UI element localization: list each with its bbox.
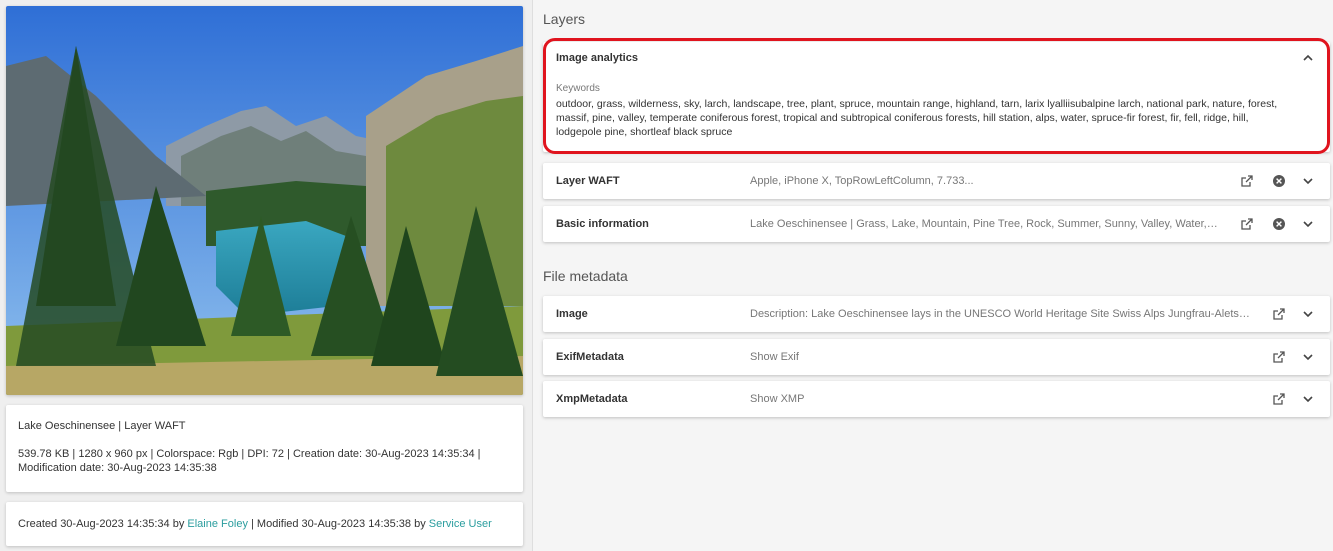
xmp-metadata-panel[interactable]: XmpMetadata Show XMP bbox=[543, 381, 1330, 417]
created-label: Created 30-Aug-2023 14:35:34 by bbox=[18, 518, 188, 530]
image-metadata-summary: Description: Lake Oeschinensee lays in t… bbox=[750, 308, 1250, 320]
image-analytics-title: Image analytics bbox=[556, 52, 638, 64]
file-metadata-section-title: File metadata bbox=[543, 268, 628, 284]
basic-information-title: Basic information bbox=[556, 218, 649, 230]
exif-metadata-panel[interactable]: ExifMetadata Show Exif bbox=[543, 339, 1330, 375]
layer-waft-title: Layer WAFT bbox=[556, 175, 620, 187]
asset-history-card: Created 30-Aug-2023 14:35:34 by Elaine F… bbox=[6, 502, 523, 546]
asset-info-card: Lake Oeschinensee | Layer WAFT 539.78 KB… bbox=[6, 405, 523, 492]
xmp-metadata-summary: Show XMP bbox=[750, 393, 805, 405]
basic-information-summary: Lake Oeschinensee | Grass, Lake, Mountai… bbox=[750, 218, 1220, 230]
remove-icon[interactable] bbox=[1271, 173, 1287, 189]
image-metadata-title: Image bbox=[556, 308, 588, 320]
open-external-icon[interactable] bbox=[1239, 216, 1255, 232]
chevron-up-icon[interactable] bbox=[1300, 50, 1316, 66]
chevron-down-icon[interactable] bbox=[1300, 306, 1316, 322]
open-external-icon[interactable] bbox=[1271, 391, 1287, 407]
open-external-icon[interactable] bbox=[1239, 173, 1255, 189]
keywords-text: outdoor, grass, wilderness, sky, larch, … bbox=[556, 98, 1278, 138]
chevron-down-icon[interactable] bbox=[1300, 349, 1316, 365]
chevron-down-icon[interactable] bbox=[1300, 391, 1316, 407]
basic-information-panel[interactable]: Basic information Lake Oeschinensee | Gr… bbox=[543, 206, 1330, 242]
lake-landscape-image bbox=[6, 6, 523, 395]
asset-details: 539.78 KB | 1280 x 960 px | Colorspace: … bbox=[18, 448, 481, 474]
image-analytics-panel[interactable]: Image analytics Keywords outdoor, grass,… bbox=[543, 42, 1330, 152]
xmp-metadata-title: XmpMetadata bbox=[556, 393, 628, 405]
image-metadata-panel[interactable]: Image Description: Lake Oeschinensee lay… bbox=[543, 296, 1330, 332]
remove-icon[interactable] bbox=[1271, 216, 1287, 232]
layer-waft-panel[interactable]: Layer WAFT Apple, iPhone X, TopRowLeftCo… bbox=[543, 163, 1330, 199]
asset-title: Lake Oeschinensee | Layer WAFT bbox=[18, 420, 186, 432]
keywords-label: Keywords bbox=[556, 83, 600, 94]
asset-preview-pane: Lake Oeschinensee | Layer WAFT 539.78 KB… bbox=[0, 0, 533, 551]
chevron-down-icon[interactable] bbox=[1300, 173, 1316, 189]
layer-waft-summary: Apple, iPhone X, TopRowLeftColumn, 7.733… bbox=[750, 175, 974, 187]
modified-label: | Modified 30-Aug-2023 14:35:38 by bbox=[247, 518, 429, 530]
modified-by-link[interactable]: Service User bbox=[429, 518, 492, 530]
layers-section-title: Layers bbox=[543, 11, 586, 27]
exif-metadata-summary: Show Exif bbox=[750, 351, 799, 363]
open-external-icon[interactable] bbox=[1271, 349, 1287, 365]
chevron-down-icon[interactable] bbox=[1300, 216, 1316, 232]
metadata-pane: Layers Image analytics Keywords outdoor,… bbox=[534, 0, 1333, 551]
open-external-icon[interactable] bbox=[1271, 306, 1287, 322]
asset-image[interactable] bbox=[6, 6, 523, 395]
created-by-link[interactable]: Elaine Foley bbox=[187, 518, 248, 530]
exif-metadata-title: ExifMetadata bbox=[556, 351, 624, 363]
